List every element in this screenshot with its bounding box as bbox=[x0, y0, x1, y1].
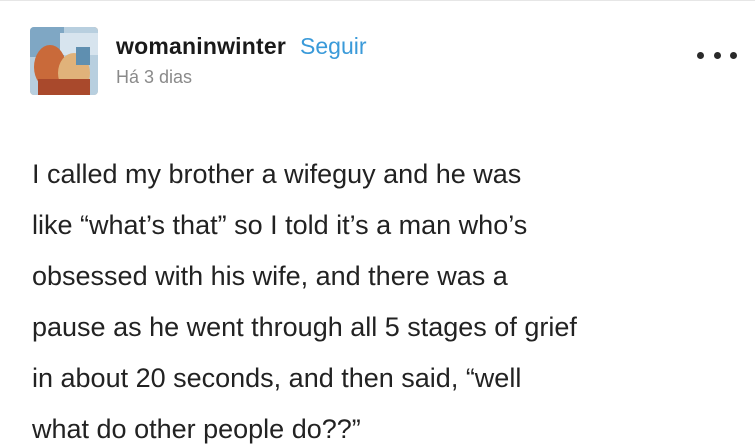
dot bbox=[697, 51, 704, 59]
avatar[interactable] bbox=[30, 27, 98, 95]
dot bbox=[713, 51, 721, 59]
post-body-line: like “what’s that” so I told it’s a man … bbox=[32, 210, 528, 240]
post-header: womaninwinter Seguir Há 3 dias bbox=[30, 23, 737, 103]
post-body-line: I called my brother a wifeguy and he was bbox=[32, 159, 522, 189]
post-timestamp: Há 3 dias bbox=[116, 67, 193, 87]
username-link[interactable]: womaninwinter bbox=[116, 33, 286, 60]
author-row: womaninwinter Seguir bbox=[116, 33, 367, 63]
more-options-icon[interactable] bbox=[697, 43, 737, 67]
post-body-line: in about 20 seconds, and then said, “wel… bbox=[32, 363, 522, 393]
post-meta: womaninwinter Seguir Há 3 dias bbox=[116, 33, 367, 88]
post-body-line: pause as he went through all 5 stages of… bbox=[32, 312, 577, 342]
post-body-line: obsessed with his wife, and there was a bbox=[32, 261, 508, 291]
dot bbox=[730, 51, 737, 59]
post-body-line: what do other people do??” bbox=[32, 414, 361, 444]
post-card: womaninwinter Seguir Há 3 dias I called … bbox=[0, 0, 755, 444]
avatar-image-icon bbox=[30, 27, 98, 95]
post-body: I called my brother a wifeguy and he was… bbox=[32, 149, 747, 444]
follow-button[interactable]: Seguir bbox=[300, 33, 366, 60]
